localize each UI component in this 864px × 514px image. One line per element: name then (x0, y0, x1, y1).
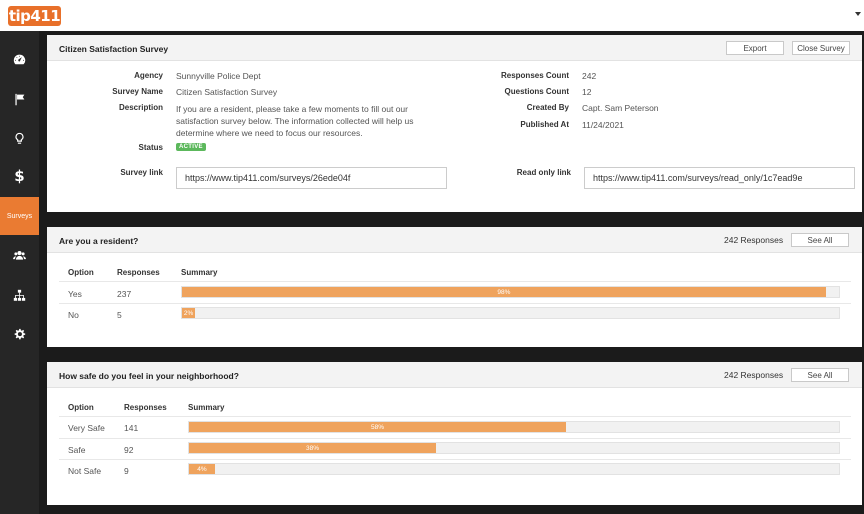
responses-total: 242 Responses (724, 370, 784, 380)
percent-label: 4% (197, 465, 207, 473)
summary-bar: 2% (181, 307, 840, 319)
survey-link-field[interactable]: https://www.tip411.com/surveys/26ede04f (176, 167, 447, 189)
questions-count-label: Questions Count (504, 87, 569, 96)
summary-bar: 4% (188, 463, 840, 475)
agency-value: Sunnyville Police Dept (176, 71, 261, 81)
response-count: 9 (124, 466, 129, 476)
responses-count-label: Responses Count (500, 71, 569, 80)
survey-details-panel: Citizen Satisfaction Survey Export Close… (47, 35, 862, 212)
sidebar-item-surveys[interactable]: Surveys (0, 197, 39, 235)
sidebar-item-tips[interactable] (0, 119, 39, 157)
summary-bar-fill: 98% (182, 287, 826, 297)
published-at-label: Published At (520, 120, 569, 129)
response-count: 237 (117, 289, 132, 299)
response-count: 141 (124, 423, 139, 433)
question-panel: Are you a resident? 242 Responses See Al… (47, 227, 862, 347)
see-all-button[interactable]: See All (791, 368, 849, 382)
column-header-summary: Summary (181, 268, 218, 277)
see-all-button[interactable]: See All (791, 233, 849, 247)
tip411-logo[interactable]: tip411 (8, 6, 61, 26)
divider (59, 459, 851, 460)
option-label: Not Safe (68, 466, 102, 476)
flag-icon (15, 93, 25, 105)
account-dropdown-caret-icon[interactable] (855, 12, 861, 16)
page-title: Citizen Satisfaction Survey (59, 44, 169, 54)
sidebar-item-dashboard[interactable] (0, 40, 39, 78)
response-count: 92 (124, 445, 134, 455)
responses-count-value: 242 (582, 71, 597, 81)
gear-icon (14, 328, 26, 339)
description-label: Description (118, 103, 163, 112)
speedometer-icon (13, 54, 26, 64)
questions-count-value: 12 (582, 87, 592, 97)
question-panel: How safe do you feel in your neighborhoo… (47, 362, 862, 505)
summary-bar: 38% (188, 442, 840, 454)
divider (59, 281, 851, 282)
percent-label: 38% (305, 444, 319, 452)
column-header-option: Option (68, 268, 94, 277)
responses-total: 242 Responses (724, 235, 784, 245)
status-badge: ACTIVE (176, 143, 206, 151)
question-title: How safe do you feel in your neighborhoo… (59, 371, 239, 381)
option-label: Yes (68, 289, 82, 299)
survey-name-value: Citizen Satisfaction Survey (176, 87, 278, 97)
summary-bar-fill: 2% (182, 308, 196, 318)
survey-link-label: Survey link (120, 168, 163, 177)
survey-name-label: Survey Name (112, 87, 163, 96)
divider (59, 303, 851, 304)
sitemap-icon (13, 289, 26, 301)
divider (59, 438, 851, 439)
option-label: No (68, 310, 79, 320)
panel-header: How safe do you feel in your neighborhoo… (47, 362, 862, 388)
panel-header: Are you a resident? 242 Responses See Al… (47, 227, 862, 253)
created-by-value: Capt. Sam Peterson (582, 103, 659, 113)
summary-bar: 98% (181, 286, 840, 298)
agency-label: Agency (134, 71, 163, 80)
percent-label: 2% (183, 309, 194, 317)
close-survey-button[interactable]: Close Survey (792, 41, 850, 55)
description-value: If you are a resident, please take a few… (176, 104, 414, 138)
sidebar-item-settings[interactable] (0, 315, 39, 353)
percent-label: 98% (497, 288, 511, 296)
status-label: Status (138, 143, 163, 152)
column-header-option: Option (68, 403, 94, 412)
sidebar-item-users[interactable] (0, 236, 39, 274)
divider (59, 416, 851, 417)
read-only-link-field[interactable]: https://www.tip411.com/surveys/read_only… (584, 167, 855, 189)
read-only-link-label: Read only link (516, 168, 571, 177)
top-bar: tip411 (0, 0, 864, 31)
sidebar-item-flag[interactable] (0, 80, 39, 118)
summary-bar-fill: 4% (189, 464, 215, 474)
option-label: Safe (68, 445, 86, 455)
summary-bar: 58% (188, 421, 840, 433)
summary-bar-fill: 58% (189, 422, 566, 432)
summary-bar-fill: 38% (189, 443, 436, 453)
column-header-responses: Responses (117, 268, 160, 277)
dollar-icon: $ (14, 167, 25, 185)
users-icon (13, 250, 26, 260)
lightbulb-icon (15, 132, 24, 144)
sidebar-item-billing[interactable]: $ (0, 157, 39, 195)
created-by-label: Created By (526, 103, 569, 112)
sidebar-item-label: Surveys (6, 212, 33, 220)
column-header-summary: Summary (188, 403, 225, 412)
response-count: 5 (117, 310, 122, 320)
export-button[interactable]: Export (726, 41, 784, 55)
published-at-value: 11/24/2021 (582, 120, 624, 130)
column-header-responses: Responses (124, 403, 167, 412)
sidebar: $ Surveys (0, 31, 39, 514)
sidebar-item-org[interactable] (0, 276, 39, 314)
panel-header: Citizen Satisfaction Survey Export Close… (47, 35, 862, 61)
percent-label: 58% (370, 423, 384, 431)
option-label: Very Safe (68, 423, 105, 433)
question-title: Are you a resident? (59, 236, 139, 246)
